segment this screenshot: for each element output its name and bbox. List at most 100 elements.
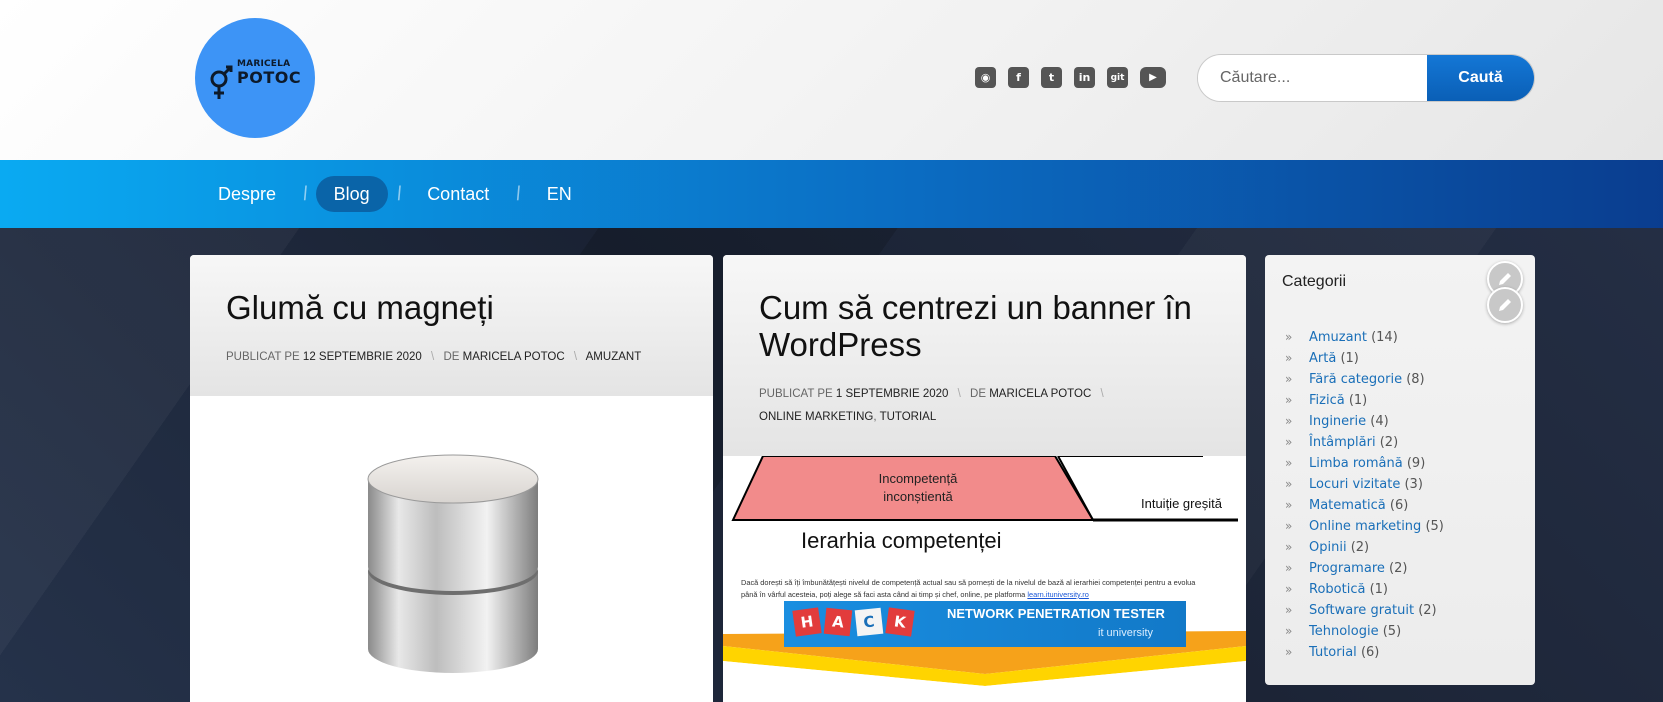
category-item: » Fără categorie (8) (1285, 369, 1444, 390)
widget-title: Categorii (1282, 273, 1347, 290)
hack-letter: H (792, 607, 822, 637)
category-link[interactable]: Tehnologie (1309, 624, 1379, 639)
post-header: Cum să centrezi un banner în WordPress P… (723, 255, 1246, 456)
twitter-icon[interactable]: t (1041, 67, 1062, 88)
category-list: » Amuzant (14) » Artă (1) » Fără categorie (8… (1285, 327, 1444, 663)
pencil-icon (1499, 299, 1511, 311)
banner-title: NETWORK PENETRATION TESTER (947, 606, 1165, 621)
category-item: » Matematică (6) (1285, 495, 1444, 516)
double-chevron-icon: » (1285, 435, 1293, 449)
main-nav: Despre \ Blog \ Contact \ EN (0, 160, 1663, 228)
category-count: (1) (1348, 393, 1368, 408)
image-link: learn.ituniversity.ro (1027, 590, 1089, 599)
post-featured-image[interactable]: Incompetență inconștientă Intuiție greși… (723, 456, 1246, 702)
category-link[interactable]: Inginerie (1309, 414, 1366, 429)
site-logo[interactable]: MARICELA POTOC (195, 18, 315, 138)
site-header: MARICELA POTOC ◉ f t in git ▶ Caută (0, 0, 1663, 160)
category-link[interactable]: Fizică (1309, 393, 1345, 408)
category-count: (6) (1389, 498, 1409, 513)
nav-item-en[interactable]: EN (529, 176, 590, 212)
nav-separator: \ (391, 182, 406, 205)
category-item: » Artă (1) (1285, 348, 1444, 369)
rss-icon[interactable]: ◉ (975, 67, 996, 88)
double-chevron-icon: » (1285, 351, 1293, 365)
category-link[interactable]: Fără categorie (1309, 372, 1402, 387)
post-date-link[interactable]: 12 SEPTEMBRIE 2020 (303, 351, 422, 363)
category-link[interactable]: Matematică (1309, 498, 1386, 513)
nav-item-contact[interactable]: Contact (409, 176, 507, 212)
category-item: » Robotică (1) (1285, 579, 1444, 600)
linkedin-icon[interactable]: in (1074, 67, 1095, 88)
category-count: (9) (1406, 456, 1426, 471)
category-link[interactable]: Tutorial (1309, 645, 1357, 660)
search-button[interactable]: Caută (1427, 55, 1534, 101)
social-links: ◉ f t in git ▶ (975, 67, 1166, 88)
category-count: (5) (1425, 519, 1444, 534)
category-link[interactable]: TUTORIAL (880, 411, 937, 423)
category-link[interactable]: Artă (1309, 351, 1336, 366)
double-chevron-icon: » (1285, 372, 1293, 386)
category-link[interactable]: Online marketing (1309, 519, 1421, 534)
category-item: » Locuri vizitate (3) (1285, 474, 1444, 495)
post-header: Glumă cu magneți PUBLICAT PE 12 SEPTEMBR… (190, 255, 713, 396)
category-link[interactable]: Amuzant (1309, 330, 1367, 345)
hack-letter: A (823, 607, 853, 637)
category-item: » Tutorial (6) (1285, 642, 1444, 663)
post-card: Cum să centrezi un banner în WordPress P… (723, 255, 1246, 702)
hack-letters: H A C K (792, 607, 915, 637)
pyramid-right-label: Intuiție greșită (1141, 496, 1222, 511)
meta-separator: \ (573, 351, 578, 363)
pyramid-box-text: Incompetență inconștientă (878, 471, 958, 504)
nav-separator: \ (298, 182, 312, 205)
nav-item-despre[interactable]: Despre (200, 176, 294, 212)
edit-pencil-icon[interactable] (1487, 287, 1523, 323)
category-count: (2) (1389, 561, 1408, 576)
search-form: Caută (1197, 54, 1535, 102)
category-item: » Amuzant (14) (1285, 327, 1444, 348)
post-meta: PUBLICAT PE 1 SEPTEMBRIE 2020 \ DE MARIC… (759, 388, 1104, 423)
published-prefix: PUBLICAT PE (226, 351, 300, 363)
meta-separator: \ (1100, 388, 1104, 400)
search-input[interactable] (1198, 55, 1427, 101)
logo-line2: POTOC (237, 68, 302, 87)
nav-item-blog[interactable]: Blog (315, 176, 388, 212)
post-title[interactable]: Cum să centrezi un banner în WordPress (759, 289, 1210, 363)
category-count: (6) (1360, 645, 1380, 660)
facebook-icon[interactable]: f (1008, 67, 1029, 88)
category-count: (1) (1369, 582, 1388, 597)
post-date-link[interactable]: 1 SEPTEMBRIE 2020 (836, 388, 949, 400)
category-count: (5) (1382, 624, 1402, 639)
magnet-image[interactable] (366, 449, 540, 674)
category-item: » Online marketing (5) (1285, 516, 1444, 537)
category-link[interactable]: Întâmplări (1309, 435, 1376, 450)
hack-banner: H A C K NETWORK PENETRATION TESTER it un… (784, 601, 1186, 647)
category-count: (1) (1340, 351, 1359, 366)
categories-widget: Categorii » Amuzant (14) » Artă (1) » Fără ca… (1265, 255, 1535, 685)
double-chevron-icon: » (1285, 477, 1293, 491)
youtube-icon[interactable]: ▶ (1140, 67, 1166, 88)
category-link[interactable]: Software gratuit (1309, 603, 1414, 618)
image-paragraph: Dacă dorești să îți îmbunătățești nivelu… (741, 577, 1231, 601)
category-count: (14) (1371, 330, 1398, 345)
author-link[interactable]: MARICELA POTOC (989, 388, 1091, 400)
category-link[interactable]: ONLINE MARKETING (759, 411, 873, 423)
category-link[interactable]: Limba română (1309, 456, 1403, 471)
double-chevron-icon: » (1285, 561, 1293, 575)
author-link[interactable]: MARICELA POTOC (463, 351, 565, 363)
double-chevron-icon: » (1285, 645, 1293, 659)
double-chevron-icon: » (1285, 414, 1293, 428)
category-link[interactable]: Locuri vizitate (1309, 477, 1400, 492)
category-link[interactable]: AMUZANT (586, 351, 642, 363)
category-link[interactable]: Opinii (1309, 540, 1347, 555)
post-card: Glumă cu magneți PUBLICAT PE 12 SEPTEMBR… (190, 255, 713, 702)
image-heading: Ierarhia competenței (801, 528, 1002, 553)
category-item: » Limba română (9) (1285, 453, 1444, 474)
category-link[interactable]: Programare (1309, 561, 1385, 576)
git-icon[interactable]: git (1107, 67, 1128, 88)
category-item: » Fizică (1) (1285, 390, 1444, 411)
category-link[interactable]: Robotică (1309, 582, 1365, 597)
category-item: » Software gratuit (2) (1285, 600, 1444, 621)
banner-subtitle: it university (1098, 627, 1154, 639)
hack-letter: C (854, 607, 884, 637)
post-title[interactable]: Glumă cu magneți (226, 289, 677, 326)
